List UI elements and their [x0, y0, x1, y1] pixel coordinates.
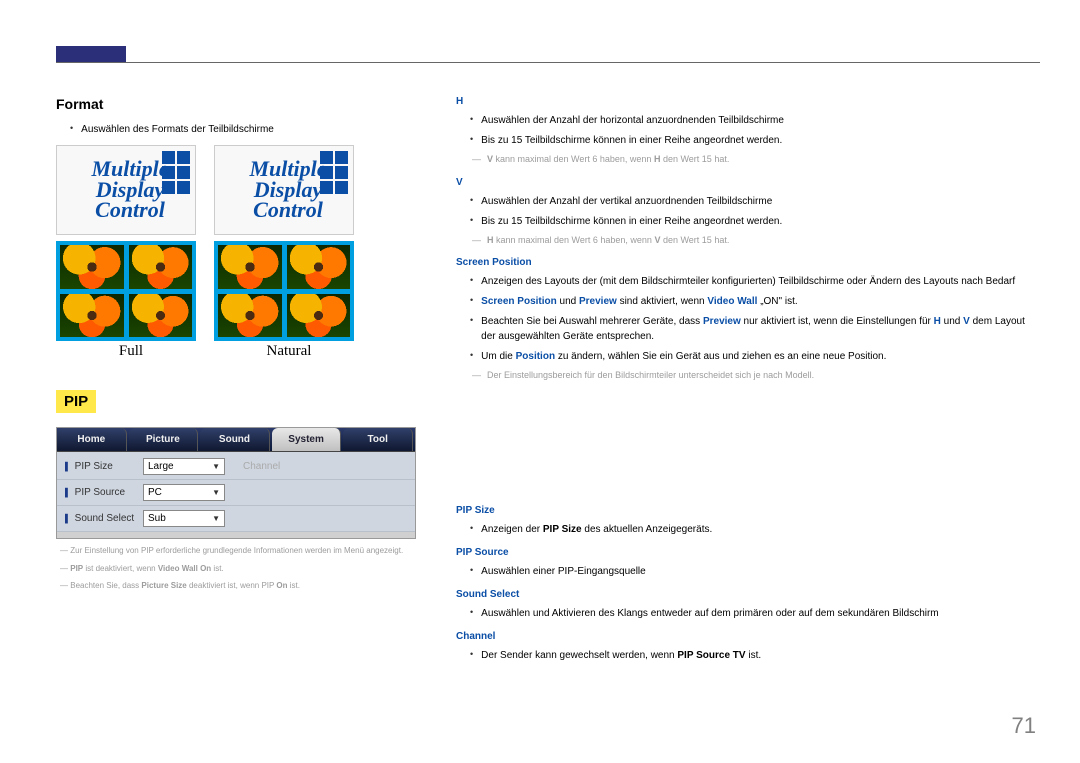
- pip-note-3: ― Beachten Sie, dass Picture Size deakti…: [56, 580, 416, 592]
- row-pip-source: PIP Source PC▼: [57, 480, 415, 506]
- header-tab-marker: [56, 46, 126, 62]
- channel-b1: Der Sender kann gewechselt werden, wenn …: [456, 648, 1032, 663]
- sp-b4: Um die Position zu ändern, wählen Sie ei…: [456, 349, 1032, 364]
- label-sound-select: Sound Select: [65, 513, 143, 524]
- format-bullet: Auswählen des Formats der Teilbildschirm…: [56, 122, 416, 137]
- chevron-down-icon: ▼: [212, 488, 220, 497]
- tab-sound[interactable]: Sound: [200, 428, 270, 451]
- heading-h: H: [456, 96, 1032, 107]
- dropdown-sound-select[interactable]: Sub▼: [143, 510, 225, 527]
- sp-b2: Screen Position und Preview sind aktivie…: [456, 294, 1032, 309]
- tab-picture[interactable]: Picture: [129, 428, 199, 451]
- label-channel-disabled: Channel: [243, 461, 280, 472]
- page-number: 71: [1012, 713, 1036, 739]
- format-thumbnails: MultipleDisplayControl Full MultipleDisp…: [56, 145, 416, 360]
- pipsize-b1: Anzeigen der PIP Size des aktuellen Anze…: [456, 522, 1032, 537]
- chevron-down-icon: ▼: [212, 462, 220, 471]
- natural-label: Natural: [214, 343, 364, 360]
- flower-full: [56, 241, 196, 341]
- settings-panel: Home Picture Sound System Tool PIP Size …: [56, 427, 416, 539]
- tab-system[interactable]: System: [272, 428, 342, 451]
- mdc-natural-box: MultipleDisplayControl: [214, 145, 354, 235]
- heading-v: V: [456, 177, 1032, 188]
- sp-note: Der Einstellungsbereich für den Bildschi…: [456, 369, 1032, 383]
- pip-note-1: ― Zur Einstellung von PIP erforderliche …: [56, 545, 416, 557]
- heading-screen-position: Screen Position: [456, 257, 1032, 268]
- h-b2: Bis zu 15 Teilbildschirme können in eine…: [456, 133, 1032, 148]
- flower-natural: [214, 241, 354, 341]
- heading-channel: Channel: [456, 631, 1032, 642]
- format-heading: Format: [56, 96, 416, 112]
- h-note: V kann maximal den Wert 6 haben, wenn H …: [456, 153, 1032, 167]
- chevron-down-icon: ▼: [212, 514, 220, 523]
- v-note: H kann maximal den Wert 6 haben, wenn V …: [456, 234, 1032, 248]
- v-b2: Bis zu 15 Teilbildschirme können in eine…: [456, 214, 1032, 229]
- heading-pip-size: PIP Size: [456, 505, 1032, 516]
- pip-note-2: ― PIP ist deaktiviert, wenn Video Wall O…: [56, 563, 416, 575]
- h-b1: Auswählen der Anzahl der horizontal anzu…: [456, 113, 1032, 128]
- panel-tab-bar: Home Picture Sound System Tool: [57, 428, 415, 452]
- tab-tool[interactable]: Tool: [343, 428, 413, 451]
- pipsource-b1: Auswählen einer PIP-Eingangsquelle: [456, 564, 1032, 579]
- full-label: Full: [56, 343, 206, 360]
- pip-badge: PIP: [56, 390, 96, 413]
- heading-pip-source: PIP Source: [456, 547, 1032, 558]
- sound-b1: Auswählen und Aktivieren des Klangs entw…: [456, 606, 1032, 621]
- row-pip-size: PIP Size Large▼ Channel: [57, 454, 415, 480]
- dropdown-pip-size[interactable]: Large▼: [143, 458, 225, 475]
- sp-b1: Anzeigen des Layouts der (mit dem Bildsc…: [456, 274, 1032, 289]
- tab-home[interactable]: Home: [57, 428, 127, 451]
- v-b1: Auswählen der Anzahl der vertikal anzuor…: [456, 194, 1032, 209]
- header-rule: [56, 62, 1040, 63]
- mdc-full-box: MultipleDisplayControl: [56, 145, 196, 235]
- label-pip-source: PIP Source: [65, 487, 143, 498]
- heading-sound-select: Sound Select: [456, 589, 1032, 600]
- row-sound-select: Sound Select Sub▼: [57, 506, 415, 532]
- sp-b3: Beachten Sie bei Auswahl mehrerer Geräte…: [456, 314, 1032, 344]
- label-pip-size: PIP Size: [65, 461, 143, 472]
- dropdown-pip-source[interactable]: PC▼: [143, 484, 225, 501]
